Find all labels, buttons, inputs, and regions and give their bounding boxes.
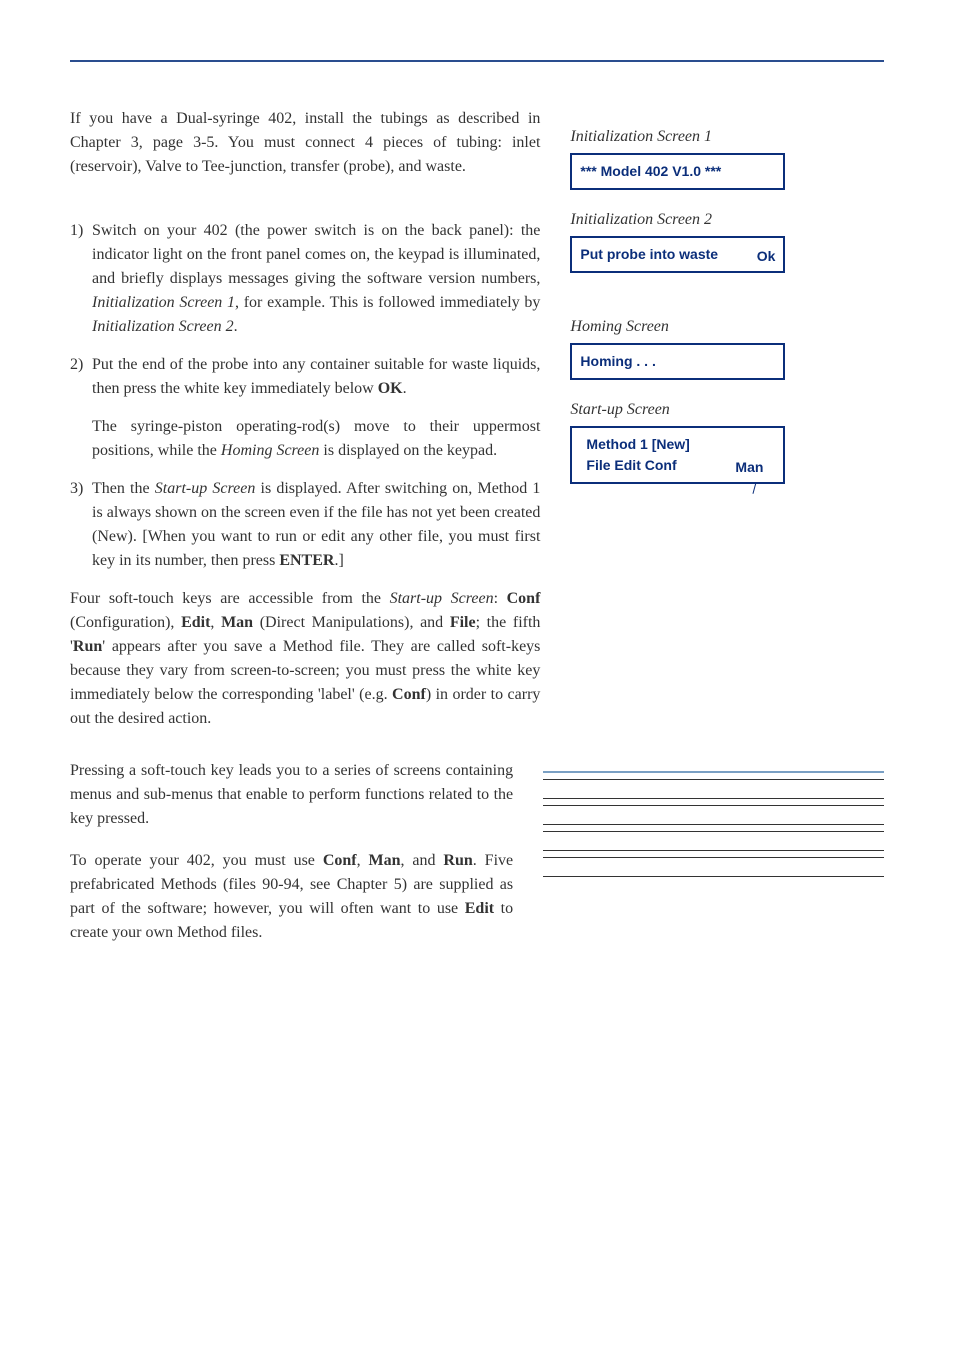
p4-conf2: Conf	[392, 686, 426, 703]
p6-edit: Edit	[465, 900, 494, 917]
step2sub-em: Homing Screen	[221, 442, 320, 459]
operate-paragraph: To operate your 402, you must use Conf , …	[70, 849, 513, 945]
step1-text-a: Switch on your 402 (the power switch is …	[92, 222, 540, 287]
p4-b: :	[494, 590, 507, 607]
p6-c: , and	[401, 852, 444, 869]
p4-a: Four soft-touch keys are accessible from…	[70, 590, 390, 607]
top-divider	[70, 60, 884, 62]
p6-a: To operate your 402, you must use	[70, 852, 323, 869]
step1-em2: Initialization Screen 2	[92, 318, 234, 335]
step-number-2: 2)	[70, 353, 92, 401]
lcd-init1: *** Model 402 V1.0 ***	[570, 153, 785, 190]
step3-c: .]	[334, 552, 343, 569]
step1-text-b: , for example. This is followed immediat…	[235, 294, 540, 311]
p4-e: (Direct Manipulations), and	[253, 614, 450, 631]
lcd-init2-line1: Put probe into waste	[580, 244, 775, 265]
lcd-startup-line1: Method 1 [New]	[586, 434, 775, 455]
step-2: 2) Put the end of the probe into any con…	[70, 353, 540, 401]
intro-paragraph: If you have a Dual-syringe 402, install …	[70, 107, 540, 179]
step-1: 1) Switch on your 402 (the power switch …	[70, 219, 540, 339]
p6-b: ,	[357, 852, 369, 869]
lcd-init1-text: *** Model 402 V1.0 ***	[580, 161, 775, 182]
p6-conf: Conf	[323, 852, 357, 869]
step1-em1: Initialization Screen 1	[92, 294, 235, 311]
homing-label: Homing Screen	[570, 315, 884, 339]
soft-keys-paragraph: Four soft-touch keys are accessible from…	[70, 587, 540, 731]
p6-man: Man	[369, 852, 401, 869]
soft-key-lead-paragraph: Pressing a soft-touch key leads you to a…	[70, 759, 513, 831]
p4-edit: Edit	[181, 614, 210, 631]
p4-man: Man	[221, 614, 253, 631]
lcd-init2: Put probe into waste Ok	[570, 236, 785, 273]
step2-text-b: .	[403, 380, 407, 397]
lcd-startup: Method 1 [New] File Edit Conf Man	[570, 426, 785, 484]
step-2-sub: The syringe-piston operating-rod(s) move…	[92, 415, 540, 463]
step3-em: Start-up Screen	[155, 480, 256, 497]
step2-text-a: Put the end of the probe into any contai…	[92, 356, 540, 397]
step1-text-c: .	[234, 318, 238, 335]
init1-label: Initialization Screen 1	[570, 125, 884, 149]
p4-c: (Configuration),	[70, 614, 181, 631]
p4-conf: Conf	[507, 590, 541, 607]
startup-label: Start-up Screen	[570, 398, 884, 422]
step3-bold: ENTER	[279, 552, 334, 569]
p4-file: File	[450, 614, 476, 631]
step-number-3: 3)	[70, 477, 92, 573]
lcd-startup-man: Man	[735, 457, 763, 478]
startup-tick-mark	[570, 484, 785, 494]
step2sub-b: is displayed on the keypad.	[319, 442, 497, 459]
step2-bold: OK	[378, 380, 403, 397]
step-3: 3) Then the Start-up Screen is displayed…	[70, 477, 540, 573]
p4-run: Run	[73, 638, 102, 655]
lcd-homing-text: Homing . . .	[580, 351, 775, 372]
p4-em1: Start-up Screen	[390, 590, 494, 607]
init2-label: Initialization Screen 2	[570, 208, 884, 232]
lcd-homing: Homing . . .	[570, 343, 785, 380]
p6-run: Run	[443, 852, 472, 869]
step3-a: Then the	[92, 480, 155, 497]
right-rule-stack	[543, 759, 884, 963]
lcd-startup-line2: File Edit Conf	[586, 457, 676, 473]
step-number-1: 1)	[70, 219, 92, 339]
lcd-init2-ok: Ok	[757, 246, 776, 267]
p4-d: ,	[210, 614, 221, 631]
